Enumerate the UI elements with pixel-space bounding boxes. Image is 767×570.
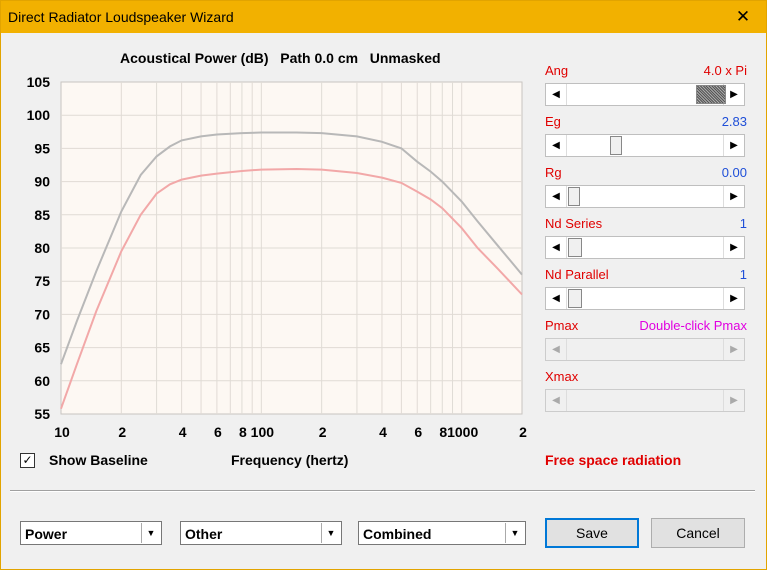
x-tick-label: 8	[239, 424, 247, 440]
x-tick-label: 1000	[447, 424, 478, 440]
y-tick-label: 95	[34, 140, 50, 156]
other-dropdown[interactable]: Other ▼	[180, 521, 342, 545]
chevron-down-icon[interactable]: ▼	[141, 523, 160, 543]
slider-value[interactable]: Double-click Pmax	[639, 318, 747, 333]
chevron-down-icon[interactable]: ▼	[505, 523, 524, 543]
y-tick-label: 55	[34, 406, 50, 422]
save-button[interactable]: Save	[545, 518, 639, 548]
scroll-right-icon[interactable]: ▶	[723, 84, 744, 105]
slider-value: 1	[739, 267, 747, 282]
mode-dropdown-value: Power	[25, 526, 68, 542]
chevron-down-icon[interactable]: ▼	[321, 523, 340, 543]
y-tick-label: 75	[34, 273, 50, 289]
x-tick-label: 100	[251, 424, 275, 440]
scroll-left-icon[interactable]: ◀	[546, 237, 567, 258]
scroll-right-icon[interactable]: ▶	[723, 288, 744, 309]
x-tick-label: 10	[54, 424, 70, 440]
slider-thumb[interactable]	[568, 187, 580, 206]
y-tick-label: 100	[27, 107, 51, 123]
scroll-left-icon: ◀	[546, 390, 567, 411]
slider-label: Rg	[545, 165, 562, 180]
slider-value: 2.83	[721, 114, 747, 129]
slider-scrollbar: ◀ ▶	[545, 338, 745, 361]
scroll-left-icon[interactable]: ◀	[546, 186, 567, 207]
slider-label: Nd Series	[545, 216, 603, 231]
slider-label: Eg	[545, 114, 561, 129]
slider-scrollbar[interactable]: ◀ ▶	[545, 134, 745, 157]
slider-scrollbar[interactable]: ◀ ▶	[545, 185, 745, 208]
slider-thumb[interactable]	[610, 136, 622, 155]
slider-value: 4.0 x Pi	[703, 63, 747, 78]
x-tick-label: 6	[414, 424, 422, 440]
y-tick-label: 80	[34, 240, 50, 256]
x-tick-label: 2	[118, 424, 126, 440]
x-tick-label: 2	[319, 424, 327, 440]
scroll-left-icon[interactable]: ◀	[546, 84, 567, 105]
show-baseline-checkbox[interactable]: ✓	[20, 453, 35, 468]
y-tick-label: 60	[34, 373, 50, 389]
slider-value: 1	[739, 216, 747, 231]
slider-scrollbar[interactable]: ◀ ▶	[545, 287, 745, 310]
slider-label: Xmax	[545, 369, 579, 384]
y-tick-label: 105	[27, 74, 51, 90]
y-tick-label: 85	[34, 207, 50, 223]
x-tick-label: 4	[179, 424, 187, 440]
x-axis-label: Frequency (hertz)	[231, 452, 349, 468]
show-baseline-label[interactable]: Show Baseline	[49, 452, 148, 468]
free-space-status: Free space radiation	[545, 452, 682, 468]
combined-dropdown-value: Combined	[363, 526, 432, 542]
scroll-left-icon: ◀	[546, 339, 567, 360]
slider-thumb[interactable]	[696, 85, 726, 104]
y-tick-label: 90	[34, 174, 50, 190]
scroll-right-icon: ▶	[723, 390, 744, 411]
slider-value: 0.00	[721, 165, 747, 180]
cancel-button[interactable]: Cancel	[651, 518, 745, 548]
mode-dropdown[interactable]: Power ▼	[20, 521, 162, 545]
scroll-left-icon[interactable]: ◀	[546, 288, 567, 309]
scroll-right-icon[interactable]: ▶	[723, 135, 744, 156]
slider-thumb[interactable]	[568, 289, 582, 308]
x-tick-label: 2	[519, 424, 527, 440]
x-tick-label: 6	[214, 424, 222, 440]
scroll-right-icon[interactable]: ▶	[723, 186, 744, 207]
scroll-left-icon[interactable]: ◀	[546, 135, 567, 156]
scroll-right-icon: ▶	[723, 339, 744, 360]
separator	[10, 490, 755, 492]
slider-scrollbar[interactable]: ◀ ▶	[545, 83, 745, 106]
slider-scrollbar: ◀ ▶	[545, 389, 745, 412]
slider-thumb[interactable]	[568, 238, 582, 257]
slider-label: Pmax	[545, 318, 579, 333]
y-tick-label: 70	[34, 306, 50, 322]
y-tick-label: 65	[34, 340, 50, 356]
slider-scrollbar[interactable]: ◀ ▶	[545, 236, 745, 259]
combined-dropdown[interactable]: Combined ▼	[358, 521, 526, 545]
slider-label: Nd Parallel	[545, 267, 609, 282]
other-dropdown-value: Other	[185, 526, 223, 542]
scroll-right-icon[interactable]: ▶	[723, 237, 744, 258]
slider-label: Ang	[545, 63, 569, 78]
x-tick-label: 4	[379, 424, 387, 440]
